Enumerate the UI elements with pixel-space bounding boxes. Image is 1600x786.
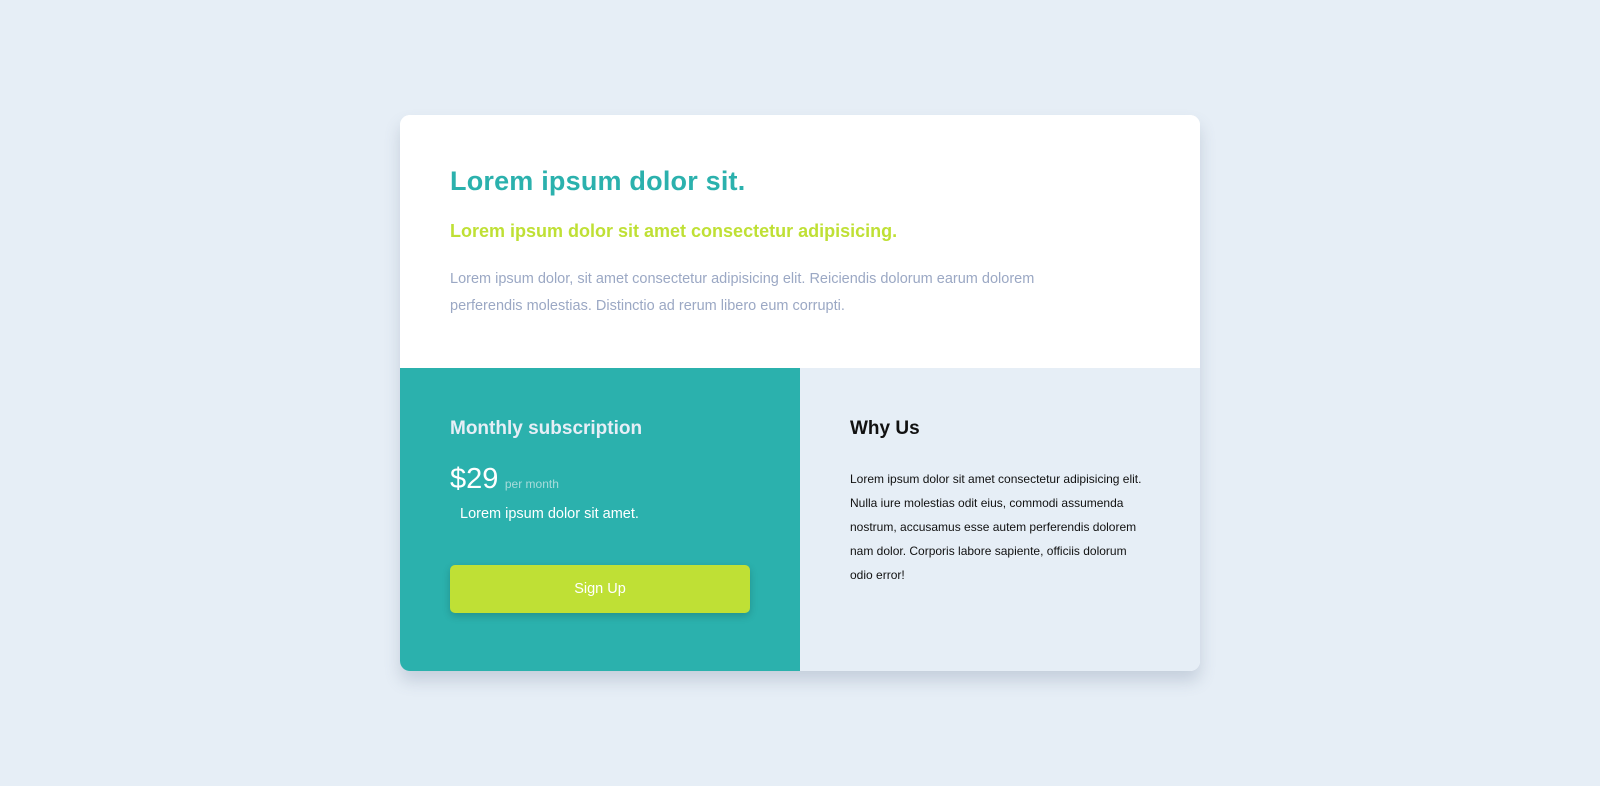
subscription-description: Lorem ipsum dolor sit amet. <box>460 506 639 522</box>
pricing-card: Lorem ipsum dolor sit. Lorem ipsum dolor… <box>400 115 1200 671</box>
card-header-section: Lorem ipsum dolor sit. Lorem ipsum dolor… <box>400 115 1200 368</box>
why-us-panel: Why Us Lorem ipsum dolor sit amet consec… <box>800 368 1200 671</box>
price-row: $29 per month <box>450 463 559 496</box>
price-period: per month <box>504 477 559 491</box>
page-title: Lorem ipsum dolor sit. <box>450 166 746 196</box>
why-us-text: Lorem ipsum dolor sit amet consectetur a… <box>850 472 1142 582</box>
why-us-title: Why Us <box>850 418 920 439</box>
subscription-panel: Monthly subscription $29 per month Lorem… <box>400 368 800 671</box>
price-amount: $29 <box>450 463 499 495</box>
page-subtitle: Lorem ipsum dolor sit amet consectetur a… <box>450 221 898 241</box>
subscription-title: Monthly subscription <box>450 418 643 439</box>
intro-text: Lorem ipsum dolor, sit amet consectetur … <box>450 271 1035 314</box>
sign-up-button[interactable]: Sign Up <box>450 565 750 613</box>
